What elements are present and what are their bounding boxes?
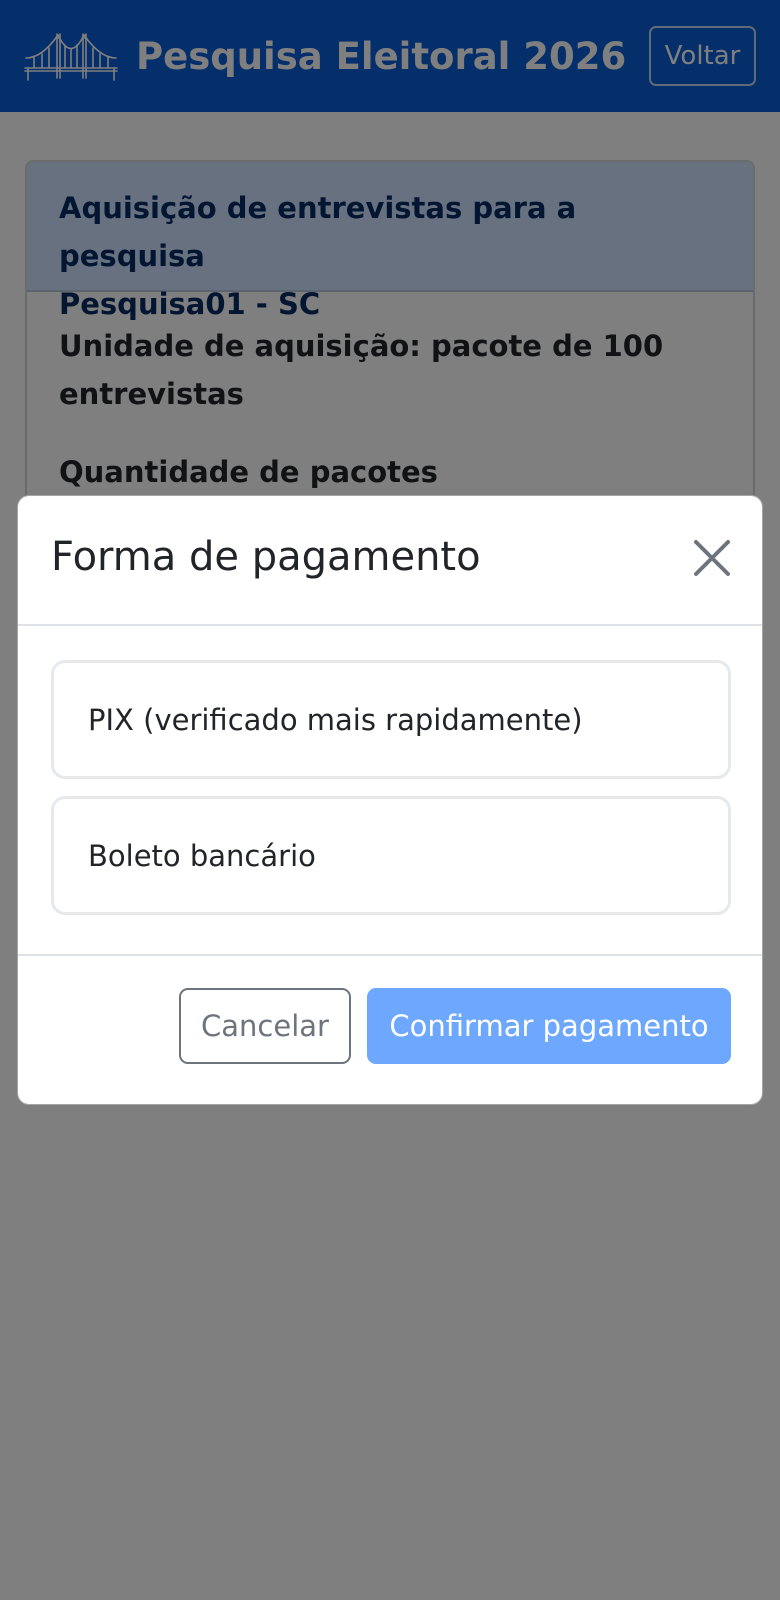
modal-title: Forma de pagamento [51, 534, 481, 580]
modal-body: PIX (verificado mais rapidamente) Boleto… [18, 626, 762, 956]
payment-option-boleto[interactable]: Boleto bancário [51, 796, 731, 915]
cancel-button[interactable]: Cancelar [179, 988, 351, 1064]
payment-method-modal: Forma de pagamento PIX (verificado mais … [17, 495, 763, 1105]
confirm-payment-button[interactable]: Confirmar pagamento [367, 988, 731, 1064]
modal-header: Forma de pagamento [18, 496, 762, 626]
payment-option-pix[interactable]: PIX (verificado mais rapidamente) [51, 660, 731, 779]
close-icon [694, 540, 730, 576]
modal-footer: Cancelar Confirmar pagamento [18, 956, 762, 1104]
close-button[interactable] [688, 534, 736, 582]
